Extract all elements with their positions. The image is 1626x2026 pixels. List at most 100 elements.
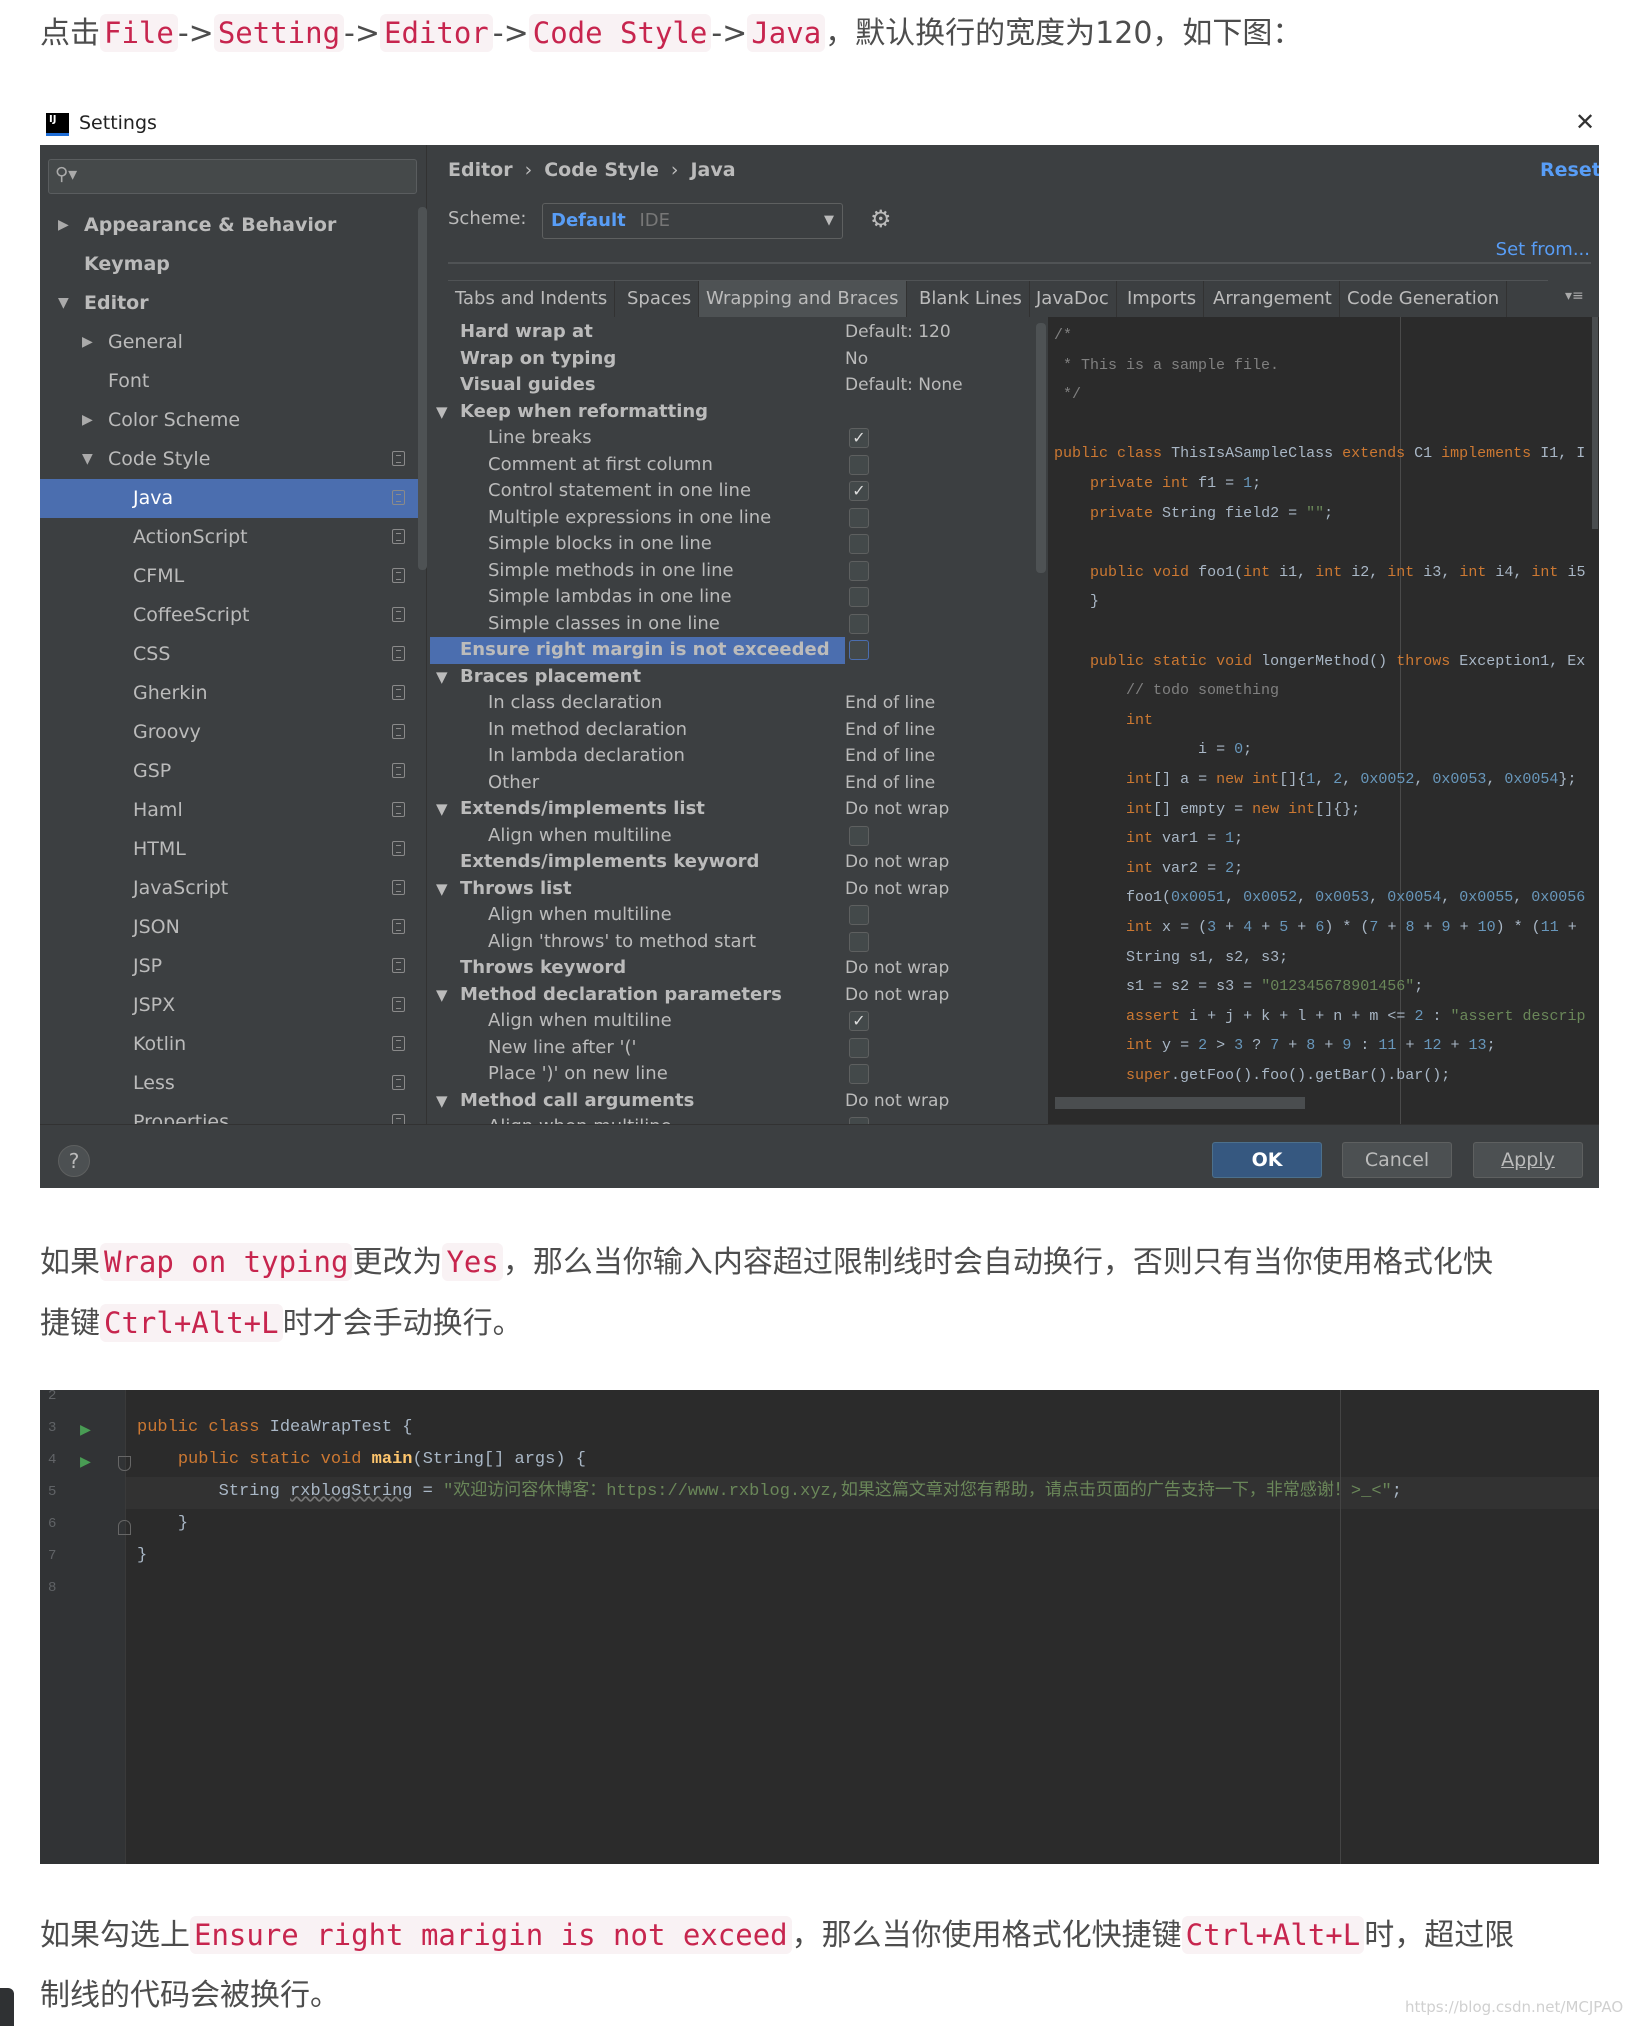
option-row[interactable]: Align when multiline ✓ bbox=[430, 1008, 1035, 1035]
code-line[interactable]: public static void main(String[] args) { bbox=[137, 1444, 586, 1476]
checkbox[interactable]: ✓ bbox=[849, 428, 869, 448]
sidebar-item[interactable]: Properties bbox=[40, 1103, 418, 1124]
sidebar-scrollbar[interactable] bbox=[418, 207, 427, 570]
checkbox[interactable] bbox=[849, 454, 869, 475]
sidebar-item[interactable]: ▼ Editor bbox=[40, 284, 418, 323]
ok-button[interactable]: OK bbox=[1212, 1142, 1322, 1178]
option-row[interactable]: In lambda declaration End of line bbox=[430, 743, 1035, 770]
sidebar-item[interactable]: ActionScript bbox=[40, 518, 418, 557]
sidebar-item[interactable]: Haml bbox=[40, 791, 418, 830]
cancel-button[interactable]: Cancel bbox=[1342, 1142, 1452, 1178]
option-row[interactable]: Control statement in one line ✓ bbox=[430, 478, 1035, 505]
code-line[interactable]: } bbox=[137, 1508, 188, 1540]
option-row[interactable]: Comment at first column bbox=[430, 452, 1035, 479]
tab-arrangement[interactable]: Arrangement bbox=[1206, 281, 1340, 317]
sidebar-item[interactable]: Kotlin bbox=[40, 1025, 418, 1064]
checkbox[interactable] bbox=[849, 825, 869, 846]
option-row[interactable]: In method declaration End of line bbox=[430, 717, 1035, 744]
caret-down-icon[interactable]: ▼ bbox=[436, 664, 448, 691]
sidebar-item[interactable]: JSON bbox=[40, 908, 418, 947]
tab-tabs-and-indents[interactable]: Tabs and Indents bbox=[448, 281, 616, 317]
checkbox[interactable] bbox=[849, 587, 869, 607]
caret-right-icon[interactable]: ▶ bbox=[82, 401, 93, 440]
option-row[interactable]: Throws keyword Do not wrap bbox=[430, 955, 1035, 982]
option-row[interactable]: Hard wrap at Default: 120 bbox=[430, 319, 1035, 346]
option-row[interactable]: Visual guides Default: None bbox=[430, 372, 1035, 399]
tab-overflow-icon[interactable]: ▾≡ bbox=[1565, 288, 1584, 304]
option-value[interactable]: Do not wrap bbox=[845, 1088, 949, 1115]
option-row[interactable]: ▼ Method call arguments Do not wrap bbox=[430, 1088, 1035, 1115]
checkbox[interactable]: ✓ bbox=[849, 1011, 869, 1031]
reset-link[interactable]: Reset bbox=[1540, 159, 1599, 181]
option-row[interactable]: ▼ Keep when reformatting bbox=[430, 399, 1035, 426]
tab-blank-lines[interactable]: Blank Lines bbox=[912, 281, 1030, 317]
sidebar-item[interactable]: Keymap bbox=[40, 245, 418, 284]
sidebar-item[interactable]: CSS bbox=[40, 635, 418, 674]
option-value[interactable]: Default: 120 bbox=[845, 319, 951, 346]
tab-imports[interactable]: Imports bbox=[1120, 281, 1205, 317]
set-from-link[interactable]: Set from... bbox=[1440, 239, 1590, 260]
preview-vertical-scrollbar[interactable] bbox=[1592, 317, 1598, 529]
sidebar-item[interactable]: JSP bbox=[40, 947, 418, 986]
caret-down-icon[interactable]: ▼ bbox=[82, 440, 93, 479]
option-row[interactable]: ▼ Throws list Do not wrap bbox=[430, 876, 1035, 903]
sidebar-item[interactable]: HTML bbox=[40, 830, 418, 869]
sidebar-item[interactable]: CoffeeScript bbox=[40, 596, 418, 635]
option-row[interactable]: ▼ Extends/implements list Do not wrap bbox=[430, 796, 1035, 823]
checkbox[interactable] bbox=[849, 905, 869, 925]
option-value[interactable]: Do not wrap bbox=[845, 876, 949, 903]
close-icon[interactable]: ✕ bbox=[1575, 108, 1595, 136]
sidebar-item[interactable]: Gherkin bbox=[40, 674, 418, 713]
option-row[interactable]: Align when multiline bbox=[430, 902, 1035, 929]
option-row[interactable]: Align 'throws' to method start bbox=[430, 929, 1035, 956]
sidebar-item[interactable]: GSP bbox=[40, 752, 418, 791]
option-value[interactable]: Do not wrap bbox=[845, 849, 949, 876]
tab-wrapping-and-braces[interactable]: Wrapping and Braces bbox=[699, 281, 907, 317]
checkbox[interactable] bbox=[849, 1064, 869, 1084]
checkbox[interactable] bbox=[849, 534, 869, 554]
checkbox[interactable] bbox=[849, 1117, 869, 1124]
tab-code-generation[interactable]: Code Generation bbox=[1340, 281, 1508, 317]
option-row[interactable]: Multiple expressions in one line bbox=[430, 505, 1035, 532]
checkbox[interactable] bbox=[849, 931, 869, 952]
option-row[interactable]: Align when multiline bbox=[430, 1114, 1035, 1124]
help-button[interactable]: ? bbox=[58, 1145, 90, 1177]
checkbox[interactable] bbox=[849, 507, 869, 528]
sidebar-item[interactable]: JavaScript bbox=[40, 869, 418, 908]
caret-right-icon[interactable]: ▶ bbox=[58, 206, 69, 245]
fold-icon[interactable] bbox=[118, 1456, 131, 1471]
option-row[interactable]: Simple classes in one line bbox=[430, 611, 1035, 638]
checkbox[interactable] bbox=[849, 613, 869, 634]
option-row[interactable]: Place ')' on new line bbox=[430, 1061, 1035, 1088]
sidebar-item[interactable]: Java bbox=[40, 479, 418, 518]
checkbox[interactable] bbox=[849, 560, 869, 581]
option-value[interactable]: Do not wrap bbox=[845, 982, 949, 1009]
option-value[interactable]: End of line bbox=[845, 743, 935, 770]
option-row[interactable]: New line after '(' bbox=[430, 1035, 1035, 1062]
option-row[interactable]: Align when multiline bbox=[430, 823, 1035, 850]
sidebar-item[interactable]: ▶ Color Scheme bbox=[40, 401, 418, 440]
caret-right-icon[interactable]: ▶ bbox=[82, 323, 93, 362]
option-value[interactable]: End of line bbox=[845, 690, 935, 717]
option-row[interactable]: Line breaks ✓ bbox=[430, 425, 1035, 452]
sidebar-item[interactable]: CFML bbox=[40, 557, 418, 596]
option-row[interactable]: Simple lambdas in one line bbox=[430, 584, 1035, 611]
floating-toolbar-edge[interactable] bbox=[0, 1988, 14, 2026]
option-row[interactable]: Other End of line bbox=[430, 770, 1035, 797]
search-input[interactable]: ⚲▾ bbox=[48, 159, 417, 194]
caret-down-icon[interactable]: ▼ bbox=[436, 399, 448, 426]
sidebar-item[interactable]: ▶ Appearance & Behavior bbox=[40, 206, 418, 245]
sidebar-item[interactable]: JSPX bbox=[40, 986, 418, 1025]
code-line[interactable]: } bbox=[137, 1540, 147, 1572]
option-value[interactable]: Do not wrap bbox=[845, 796, 949, 823]
caret-down-icon[interactable]: ▼ bbox=[436, 796, 448, 823]
option-row[interactable]: Extends/implements keyword Do not wrap bbox=[430, 849, 1035, 876]
fold-icon[interactable] bbox=[118, 1520, 131, 1535]
caret-down-icon[interactable]: ▼ bbox=[436, 876, 448, 903]
sidebar-item[interactable]: Font bbox=[40, 362, 418, 401]
caret-down-icon[interactable]: ▼ bbox=[58, 284, 69, 323]
code-line[interactable]: String rxblogString = "欢迎访问容休博客：https://… bbox=[137, 1476, 1402, 1508]
option-value[interactable]: Do not wrap bbox=[845, 955, 949, 982]
option-row[interactable]: In class declaration End of line bbox=[430, 690, 1035, 717]
checkbox[interactable] bbox=[849, 1037, 869, 1058]
